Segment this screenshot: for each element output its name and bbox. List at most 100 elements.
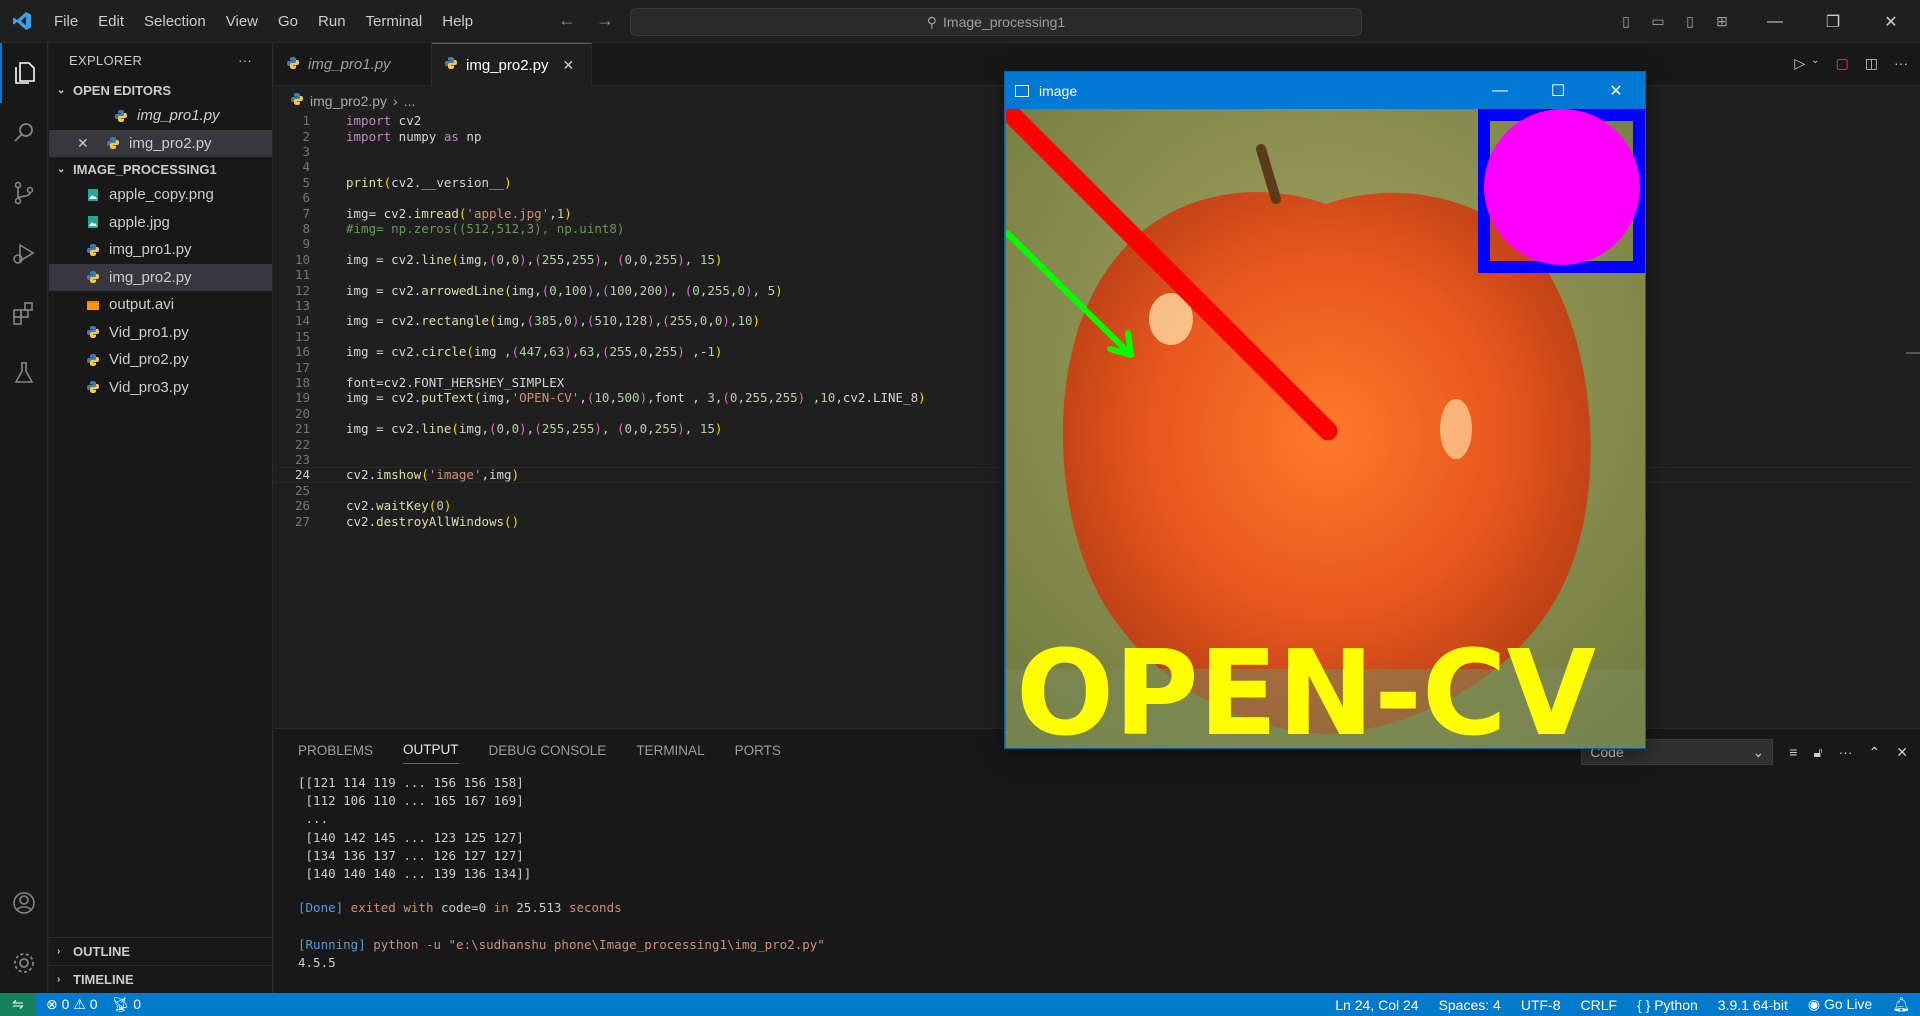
breadcrumb-file[interactable]: img_pro2.py xyxy=(310,93,387,109)
file-item[interactable]: apple.jpg xyxy=(49,209,272,237)
file-item[interactable]: Vid_pro2.py xyxy=(49,346,272,374)
python-icon xyxy=(85,242,101,258)
settings-gear-icon[interactable] xyxy=(0,933,48,993)
status-right: Ln 24, Col 24 Spaces: 4 UTF-8 CRLF { } P… xyxy=(1335,996,1910,1013)
menu-item-view[interactable]: View xyxy=(216,0,268,43)
forward-arrow-icon[interactable]: → xyxy=(596,10,614,31)
close-window-icon[interactable]: ✕ xyxy=(1862,0,1920,43)
menu-item-edit[interactable]: Edit xyxy=(88,0,134,43)
image-window[interactable]: image — ☐ ✕ OPEN-CV xyxy=(1004,71,1646,749)
notifications-bell-icon[interactable]: 🔔︎ xyxy=(1892,996,1910,1013)
end-of-line[interactable]: CRLF xyxy=(1581,997,1618,1013)
line-number: 20 xyxy=(294,405,310,421)
folder-label: IMAGE_PROCESSING1 xyxy=(73,161,217,177)
open-editor-item[interactable]: ✕ img_pro2.py xyxy=(49,129,272,157)
close-tab-icon[interactable]: ✕ xyxy=(563,57,575,74)
go-live-button[interactable]: ◉ Go Live xyxy=(1808,996,1872,1013)
clear-output-icon[interactable]: ≡ xyxy=(1789,744,1797,760)
done-text: exited with xyxy=(343,900,441,915)
ports-status[interactable]: 📡︎ 0 xyxy=(112,996,141,1013)
more-actions-icon[interactable]: ··· xyxy=(1894,55,1908,72)
menu-item-help[interactable]: Help xyxy=(432,0,483,43)
panel-tab-terminal[interactable]: TERMINAL xyxy=(636,743,704,758)
timeline-section[interactable]: › TIMELINE xyxy=(49,965,273,993)
run-icon[interactable]: ▷ xyxy=(1794,55,1805,72)
account-icon[interactable] xyxy=(0,873,48,933)
menu-item-selection[interactable]: Selection xyxy=(134,0,216,43)
toggle-secondary-sidebar-icon[interactable]: ▯ xyxy=(1674,0,1706,43)
breadcrumb-symbol[interactable]: ... xyxy=(404,93,416,109)
bottom-panel: PROBLEMS OUTPUT DEBUG CONSOLE TERMINAL PORTS… xyxy=(274,728,1920,993)
remote-icon[interactable]: ⇋ xyxy=(0,993,36,1016)
code-text: img = cv2.circle(img ,(447,63),63,(255,0… xyxy=(346,344,723,360)
more-actions-icon[interactable]: ··· xyxy=(1839,744,1853,760)
minimize-icon[interactable]: — xyxy=(1471,72,1529,109)
warning-count: 0 xyxy=(89,996,98,1012)
encoding[interactable]: UTF-8 xyxy=(1521,997,1561,1013)
ports-count: 0 xyxy=(133,996,142,1012)
extensions-icon[interactable] xyxy=(0,283,48,343)
testing-icon[interactable] xyxy=(0,343,48,403)
file-item[interactable]: output.avi xyxy=(49,291,272,319)
explorer-sidebar: EXPLORER ··· ⌄ OPEN EDITORS img_pro1.py … xyxy=(49,43,273,993)
python-icon xyxy=(290,92,304,109)
menu-item-terminal[interactable]: Terminal xyxy=(356,0,433,43)
stop-icon[interactable]: ▢ xyxy=(1836,55,1849,72)
open-editor-name: img_pro2.py xyxy=(129,134,212,152)
back-arrow-icon[interactable]: ← xyxy=(558,10,576,31)
minimize-icon[interactable]: — xyxy=(1746,0,1804,43)
line-number: 3 xyxy=(302,143,310,159)
open-editors-section[interactable]: ⌄ OPEN EDITORS xyxy=(49,78,272,102)
file-item[interactable]: Vid_pro3.py xyxy=(49,374,272,402)
file-item[interactable]: img_pro2.py xyxy=(49,263,272,291)
language-mode[interactable]: { } Python xyxy=(1637,997,1698,1013)
python-interpreter[interactable]: 3.9.1 64-bit xyxy=(1718,997,1788,1013)
command-center[interactable]: ⚲ Image_processing1 xyxy=(630,8,1362,36)
restore-icon[interactable]: ❐ xyxy=(1804,0,1862,43)
image-canvas: OPEN-CV xyxy=(1006,109,1645,748)
split-editor-icon[interactable]: ◫ xyxy=(1865,55,1878,72)
line-number: 9 xyxy=(302,236,310,252)
close-window-icon[interactable]: ✕ xyxy=(1587,72,1645,109)
magenta-circle xyxy=(1484,109,1640,265)
customize-layout-icon[interactable]: ⊞ xyxy=(1706,0,1738,43)
tab-img-pro1[interactable]: img_pro1.py xyxy=(274,43,432,86)
chevron-down-icon[interactable]: ⌄ xyxy=(1811,55,1819,72)
close-editor-icon[interactable]: ✕ xyxy=(77,135,93,152)
close-panel-icon[interactable]: ✕ xyxy=(1896,744,1908,761)
outline-section[interactable]: › OUTLINE xyxy=(49,937,273,965)
nav-arrows: ← → xyxy=(558,10,614,31)
panel-tab-output[interactable]: OUTPUT xyxy=(403,742,459,764)
code-text: img = cv2.rectangle(img,(385,0),(510,128… xyxy=(346,313,761,329)
panel-tab-debug-console[interactable]: DEBUG CONSOLE xyxy=(489,743,607,758)
problems-status[interactable]: ⊗ 0 ⚠ 0 xyxy=(46,996,98,1013)
maximize-icon[interactable]: ☐ xyxy=(1529,72,1587,109)
menu-item-go[interactable]: Go xyxy=(268,0,308,43)
folder-section[interactable]: ⌄ IMAGE_PROCESSING1 xyxy=(49,157,272,181)
menu-item-file[interactable]: File xyxy=(44,0,88,43)
run-debug-icon[interactable] xyxy=(0,223,48,283)
done-time: 25.513 xyxy=(516,900,562,915)
toggle-primary-sidebar-icon[interactable]: ▯ xyxy=(1610,0,1642,43)
activity-bar xyxy=(0,43,48,993)
code-text: cv2.destroyAllWindows() xyxy=(346,513,520,529)
maximize-panel-icon[interactable]: ⌃ xyxy=(1869,744,1881,761)
more-actions-icon[interactable]: ··· xyxy=(238,53,252,68)
file-item[interactable]: Vid_pro1.py xyxy=(49,319,272,347)
panel-tab-ports[interactable]: PORTS xyxy=(735,743,781,758)
explorer-icon[interactable] xyxy=(0,43,48,103)
file-item[interactable]: img_pro1.py xyxy=(49,236,272,264)
open-editor-item[interactable]: img_pro1.py xyxy=(49,102,272,130)
line-number: 4 xyxy=(302,159,310,175)
file-item[interactable]: apple_copy.png xyxy=(49,181,272,209)
indentation[interactable]: Spaces: 4 xyxy=(1439,997,1501,1013)
search-icon[interactable] xyxy=(0,103,48,163)
source-control-icon[interactable] xyxy=(0,163,48,223)
menu-item-run[interactable]: Run xyxy=(308,0,356,43)
panel-tab-problems[interactable]: PROBLEMS xyxy=(298,743,373,758)
line-number: 11 xyxy=(294,267,310,283)
toggle-panel-icon[interactable]: ▭ xyxy=(1642,0,1674,43)
tab-img-pro2[interactable]: img_pro2.py ✕ xyxy=(432,43,592,86)
cursor-position[interactable]: Ln 24, Col 24 xyxy=(1335,997,1418,1013)
lock-icon[interactable]: 🔓︎ xyxy=(1813,744,1822,761)
